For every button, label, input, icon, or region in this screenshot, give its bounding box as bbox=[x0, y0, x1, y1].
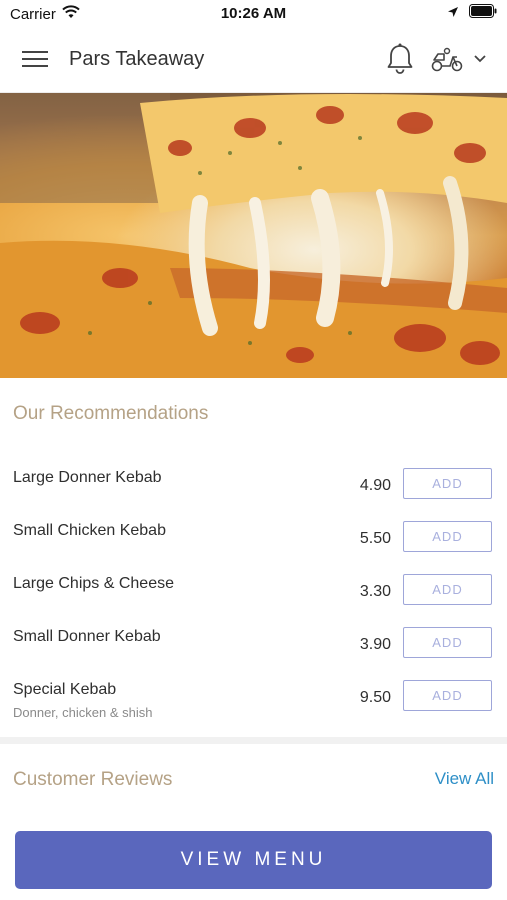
list-item: Small Chicken Kebab 5.50 ADD bbox=[0, 521, 507, 575]
add-button[interactable]: ADD bbox=[403, 627, 492, 658]
item-price: 3.30 bbox=[359, 583, 391, 600]
view-all-link[interactable]: View All bbox=[435, 769, 494, 789]
bell-icon[interactable] bbox=[384, 42, 416, 76]
app-header: Pars Takeaway bbox=[0, 28, 507, 93]
item-price: 9.50 bbox=[359, 689, 391, 706]
list-item: Large Chips & Cheese 3.30 ADD bbox=[0, 574, 507, 628]
page-title: Pars Takeaway bbox=[69, 48, 205, 70]
pizza-illustration bbox=[0, 93, 507, 378]
item-name: Special Kebab bbox=[13, 681, 117, 698]
item-name: Small Donner Kebab bbox=[13, 628, 161, 645]
battery-icon bbox=[469, 4, 497, 22]
location-arrow-icon bbox=[447, 5, 459, 22]
add-button[interactable]: ADD bbox=[403, 574, 492, 605]
add-button[interactable]: ADD bbox=[403, 521, 492, 552]
hero-image bbox=[0, 93, 507, 378]
chevron-down-icon[interactable] bbox=[472, 52, 488, 64]
item-name: Small Chicken Kebab bbox=[13, 522, 166, 539]
menu-icon[interactable] bbox=[22, 49, 48, 69]
list-item: Large Donner Kebab 4.90 ADD bbox=[0, 468, 507, 522]
item-price: 4.90 bbox=[359, 477, 391, 494]
item-price: 3.90 bbox=[359, 636, 391, 653]
scooter-icon[interactable] bbox=[430, 45, 464, 73]
add-button[interactable]: ADD bbox=[403, 680, 492, 711]
reviews-title: Customer Reviews bbox=[13, 769, 173, 790]
item-price: 5.50 bbox=[359, 530, 391, 547]
list-item: Special Kebab Donner, chicken & shish 9.… bbox=[0, 680, 507, 734]
item-name: Large Donner Kebab bbox=[13, 469, 162, 486]
item-description: Donner, chicken & shish bbox=[13, 705, 153, 720]
section-divider bbox=[0, 737, 507, 744]
list-item: Small Donner Kebab 3.90 ADD bbox=[0, 627, 507, 681]
status-bar: Carrier 10:26 AM bbox=[0, 0, 507, 28]
view-menu-button[interactable]: VIEW MENU bbox=[15, 831, 492, 889]
add-button[interactable]: ADD bbox=[403, 468, 492, 499]
item-name: Large Chips & Cheese bbox=[13, 575, 174, 592]
status-time: 10:26 AM bbox=[220, 5, 287, 22]
status-right bbox=[447, 4, 497, 22]
recommendations-title: Our Recommendations bbox=[13, 403, 209, 424]
